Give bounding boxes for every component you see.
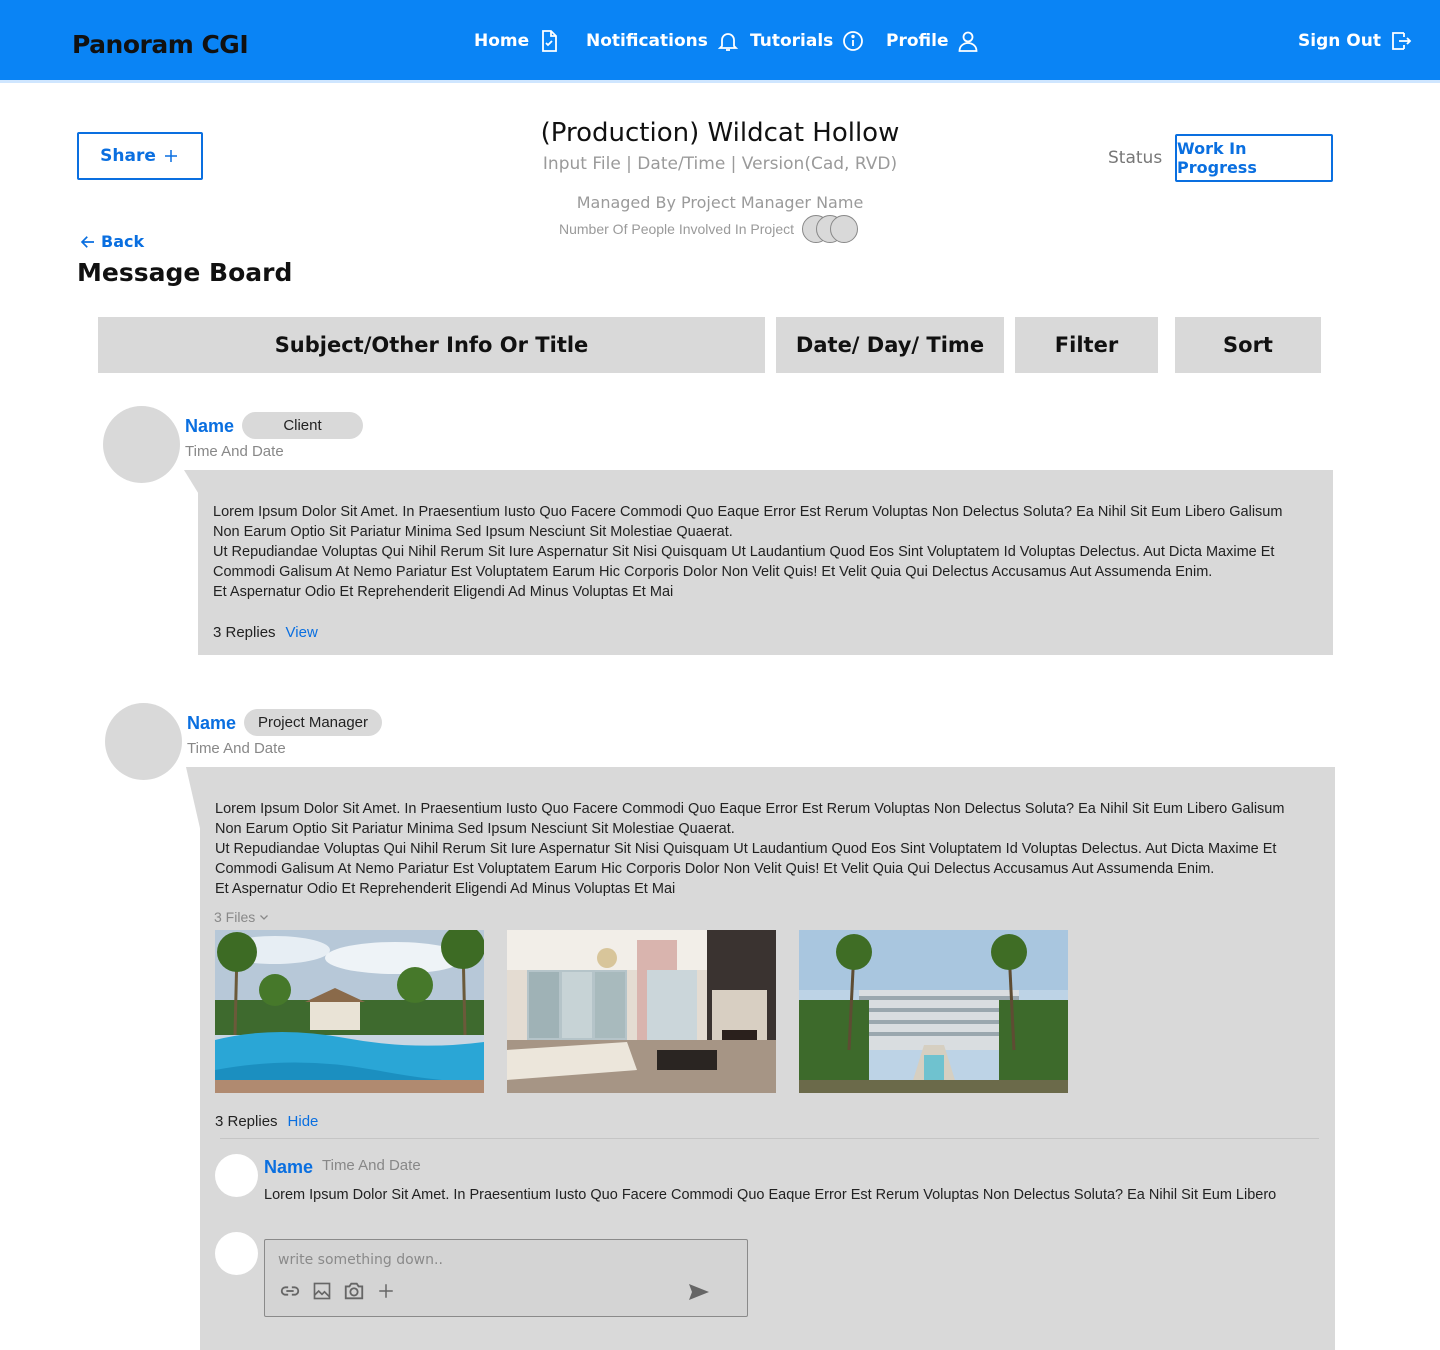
subject-column-header[interactable]: Subject/Other Info Or Title bbox=[98, 317, 765, 373]
nav-notifications[interactable]: Notifications bbox=[586, 29, 740, 53]
nav-home-label: Home bbox=[474, 31, 530, 51]
bell-icon bbox=[717, 33, 739, 51]
message-text: Lorem Ipsum Dolor Sit Amet. In Praesenti… bbox=[213, 502, 1282, 602]
divider bbox=[220, 1138, 1319, 1139]
files-toggle[interactable]: 3 Files bbox=[214, 909, 270, 925]
living-room-photo-image bbox=[507, 930, 776, 1093]
sign-out-icon bbox=[1392, 32, 1412, 50]
message-line: Commodi Galisum At Nemo Pariatur Est Vol… bbox=[213, 564, 1213, 580]
message-line: Et Aspernatur Odio Et Reprehenderit Elig… bbox=[213, 584, 674, 600]
reply-input[interactable] bbox=[278, 1250, 678, 1270]
top-navigation-bar: Panoram CGI Home Notifications Tutorials… bbox=[0, 0, 1440, 83]
nav-notifications-label: Notifications bbox=[586, 31, 708, 51]
living-room-photo[interactable] bbox=[507, 930, 776, 1093]
hide-replies-link[interactable]: Hide bbox=[288, 1113, 319, 1130]
message-line: Non Earum Optio Sit Pariatur Minima Sed … bbox=[215, 821, 735, 837]
avatar[interactable] bbox=[105, 703, 182, 780]
page-title: Message Board bbox=[77, 258, 293, 287]
project-manager: Managed By Project Manager Name bbox=[576, 193, 864, 212]
brand-logo[interactable]: Panoram CGI bbox=[72, 30, 249, 59]
link-icon[interactable] bbox=[279, 1280, 301, 1302]
avatar[interactable] bbox=[215, 1154, 258, 1197]
back-link[interactable]: Back bbox=[79, 232, 144, 251]
view-replies-link[interactable]: View bbox=[286, 624, 318, 641]
chevron-down-icon bbox=[260, 915, 269, 920]
status-label: Status bbox=[1108, 148, 1163, 168]
document-check-icon bbox=[542, 30, 558, 52]
message-time: Time And Date bbox=[185, 443, 284, 460]
sign-out-label: Sign Out bbox=[1298, 31, 1381, 51]
replies-row: 3 Replies View bbox=[213, 624, 318, 641]
nav-home[interactable]: Home bbox=[474, 29, 561, 53]
user-icon bbox=[959, 31, 978, 52]
nav-profile[interactable]: Profile bbox=[886, 29, 980, 53]
replies-count: 3 Replies bbox=[213, 624, 276, 641]
message-line: Non Earum Optio Sit Pariatur Minima Sed … bbox=[213, 524, 733, 540]
send-icon[interactable] bbox=[687, 1280, 711, 1304]
message-text: Lorem Ipsum Dolor Sit Amet. In Praesenti… bbox=[215, 799, 1284, 899]
reply-text: Lorem Ipsum Dolor Sit Amet. In Praesenti… bbox=[264, 1187, 1277, 1203]
message-time: Time And Date bbox=[187, 740, 286, 757]
replies-row: 3 Replies Hide bbox=[215, 1113, 318, 1130]
files-count: 3 Files bbox=[214, 909, 256, 925]
people-involved-label: Number Of People Involved In Project bbox=[559, 221, 795, 237]
role-badge: Client bbox=[242, 412, 363, 439]
pool-photo[interactable] bbox=[215, 930, 484, 1093]
info-icon bbox=[843, 31, 864, 51]
author-name[interactable]: Name bbox=[185, 416, 234, 437]
message-line: Ut Repudiandae Voluptas Qui Nihil Rerum … bbox=[215, 841, 1277, 857]
filter-button[interactable]: Filter bbox=[1015, 317, 1158, 373]
author-name[interactable]: Name bbox=[187, 713, 236, 734]
arrow-left-icon bbox=[80, 235, 94, 248]
nav-tutorials-label: Tutorials bbox=[750, 31, 834, 51]
date-column-header[interactable]: Date/ Day/ Time bbox=[776, 317, 1004, 373]
avatar[interactable] bbox=[103, 406, 180, 483]
message-line: Ut Repudiandae Voluptas Qui Nihil Rerum … bbox=[213, 544, 1275, 560]
message-line: Lorem Ipsum Dolor Sit Amet. In Praesenti… bbox=[215, 801, 1285, 817]
message-line: Et Aspernatur Odio Et Reprehenderit Elig… bbox=[215, 881, 676, 897]
reply-composer bbox=[264, 1239, 748, 1317]
nav-tutorials[interactable]: Tutorials bbox=[750, 29, 865, 53]
people-involved: Number Of People Involved In Project bbox=[559, 215, 859, 243]
resort-courtyard-photo[interactable] bbox=[799, 930, 1068, 1093]
reply-time: Time And Date bbox=[322, 1157, 421, 1174]
nav-profile-label: Profile bbox=[886, 31, 949, 51]
sign-out-button[interactable]: Sign Out bbox=[1298, 29, 1413, 53]
resort-courtyard-photo-image bbox=[799, 930, 1068, 1093]
sort-button[interactable]: Sort bbox=[1175, 317, 1321, 373]
image-icon[interactable] bbox=[311, 1280, 333, 1302]
back-label: Back bbox=[101, 232, 145, 251]
message-line: Commodi Galisum At Nemo Pariatur Est Vol… bbox=[215, 861, 1215, 877]
replies-count: 3 Replies bbox=[215, 1113, 278, 1130]
message-line: Lorem Ipsum Dolor Sit Amet. In Praesenti… bbox=[213, 504, 1283, 520]
status-button[interactable]: Work In Progress bbox=[1175, 134, 1333, 182]
avatar bbox=[215, 1232, 258, 1275]
camera-icon[interactable] bbox=[343, 1280, 365, 1302]
plus-icon[interactable] bbox=[375, 1280, 397, 1302]
role-badge: Project Manager bbox=[244, 709, 382, 736]
avatar bbox=[830, 215, 859, 243]
reply-author-name[interactable]: Name bbox=[264, 1157, 313, 1178]
pool-photo-image bbox=[215, 930, 484, 1093]
people-avatars[interactable] bbox=[802, 215, 859, 243]
